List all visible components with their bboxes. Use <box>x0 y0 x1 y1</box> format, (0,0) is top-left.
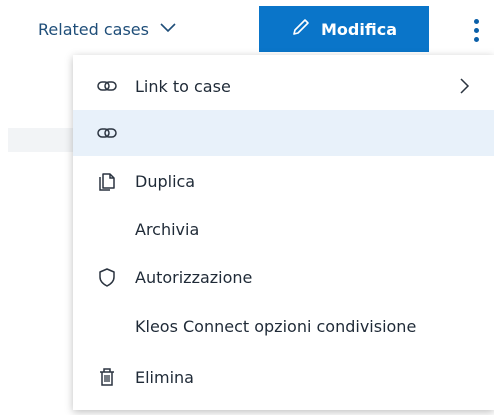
kebab-dot <box>473 36 479 42</box>
chevron-down-icon <box>159 18 177 40</box>
link-icon <box>95 121 119 145</box>
menu-item-label: Archivia <box>135 219 200 239</box>
background-row <box>8 128 78 152</box>
menu-item-label: Kleos Connect opzioni condivisione <box>135 316 417 336</box>
shield-icon <box>95 265 119 289</box>
edit-button[interactable]: Modifica <box>259 6 429 52</box>
page: Related cases Modifica Link to case Dupl… <box>0 0 494 415</box>
menu-item-archivia[interactable]: Archivia <box>73 206 494 252</box>
menu-item-link[interactable] <box>73 110 494 156</box>
menu-item-kleos-connect-sharing[interactable]: Kleos Connect opzioni condivisione <box>73 303 494 349</box>
actions-menu: Link to case Duplica Archivia Autorizzaz… <box>73 55 494 410</box>
menu-item-duplica[interactable]: Duplica <box>73 158 494 204</box>
pencil-icon <box>291 17 311 41</box>
related-cases-label: Related cases <box>38 19 149 39</box>
menu-item-label: Duplica <box>135 171 196 191</box>
link-icon <box>95 74 119 98</box>
related-cases-dropdown[interactable]: Related cases <box>38 14 177 44</box>
menu-item-link-to-case[interactable]: Link to case <box>73 63 494 109</box>
trash-icon <box>95 365 119 389</box>
menu-item-label: Link to case <box>135 76 231 96</box>
menu-item-elimina[interactable]: Elimina <box>73 354 494 400</box>
edit-button-label: Modifica <box>321 19 397 39</box>
kebab-dot <box>473 27 479 33</box>
kebab-menu-icon[interactable] <box>466 12 486 48</box>
menu-item-label: Autorizzazione <box>135 267 253 287</box>
menu-item-autorizzazione[interactable]: Autorizzazione <box>73 254 494 300</box>
duplicate-icon <box>95 169 119 193</box>
menu-item-label: Elimina <box>135 367 194 387</box>
kebab-dot <box>473 18 479 24</box>
chevron-right-icon <box>455 77 473 95</box>
